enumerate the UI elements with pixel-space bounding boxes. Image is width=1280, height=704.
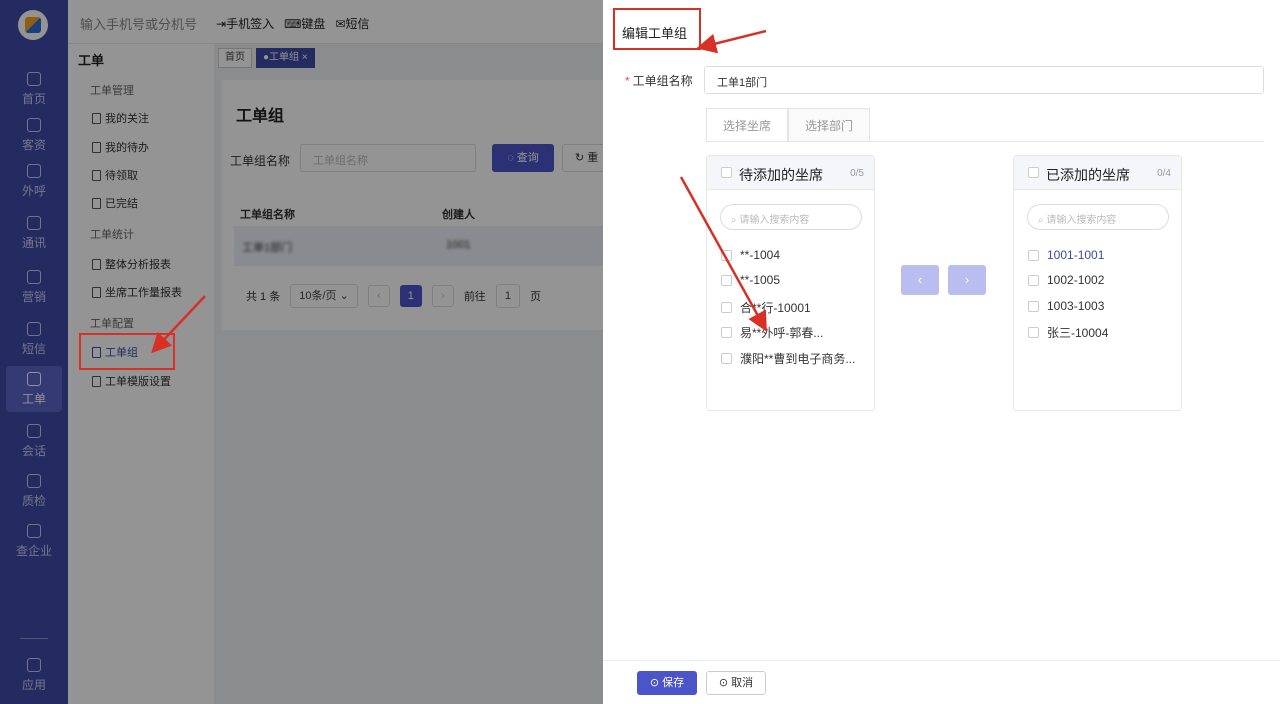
drawer-footer: ⊙ 保存 ⊙ 取消 (603, 660, 1280, 704)
item-checkbox[interactable] (721, 302, 732, 313)
group-name-label-text: 工单组名称 (632, 74, 693, 88)
search-input[interactable]: ⌕ 请输入搜索内容 (720, 204, 862, 230)
item-checkbox[interactable] (721, 353, 732, 364)
save-button[interactable]: ⊙ 保存 (637, 671, 697, 695)
panel-title: 待添加的坐席 (739, 167, 823, 183)
list-item[interactable]: 1002-1002 (1028, 273, 1104, 287)
annotation-highlight (79, 333, 175, 370)
panel-header: 已添加的坐席 0/4 (1014, 156, 1181, 190)
panel-count: 0/4 (1157, 168, 1171, 179)
item-label: 1003-1003 (1047, 299, 1105, 313)
tab-divider (706, 141, 1263, 142)
item-label: 1001-1001 (1047, 248, 1105, 262)
item-checkbox[interactable] (1028, 249, 1039, 261)
tab-select-agents[interactable]: 选择坐席 (706, 108, 788, 142)
list-item[interactable]: **-1005 (721, 273, 780, 287)
item-label: 濮阳**曹到电子商务... (740, 352, 856, 366)
pending-agents-panel: 待添加的坐席 0/5 ⌕ 请输入搜索内容 **-1004 **-1005 合**… (706, 155, 875, 411)
item-checkbox[interactable] (1028, 274, 1039, 286)
added-agents-panel: 已添加的坐席 0/4 ⌕ 请输入搜索内容 1001-1001 1002-1002… (1013, 155, 1182, 411)
group-name-input[interactable]: 工单1部门 (704, 66, 1264, 94)
cancel-button[interactable]: ⊙ 取消 (706, 671, 766, 695)
item-label: **-1005 (740, 273, 781, 287)
select-all-checkbox[interactable] (721, 167, 732, 178)
search-placeholder: 请输入搜索内容 (1046, 215, 1117, 226)
item-label: 1002-1002 (1047, 273, 1105, 287)
list-item[interactable]: 合**行-10001 (721, 299, 811, 316)
item-label: 合**行-10001 (740, 301, 811, 315)
panel-header: 待添加的坐席 0/5 (707, 156, 874, 190)
save-label: 保存 (662, 677, 685, 689)
group-name-label: * 工单组名称 (625, 72, 693, 89)
list-item[interactable]: **-1004 (721, 248, 780, 262)
tab-select-departments[interactable]: 选择部门 (788, 108, 870, 142)
select-all-checkbox[interactable] (1028, 167, 1039, 178)
panel-count: 0/5 (850, 168, 864, 179)
item-checkbox[interactable] (1028, 300, 1039, 312)
item-checkbox[interactable] (721, 249, 732, 261)
move-left-button[interactable]: ‹ (901, 265, 939, 295)
move-right-button[interactable]: › (948, 265, 986, 295)
list-item[interactable]: 濮阳**曹到电子商务... (721, 350, 855, 367)
drawer-title: 编辑工单组 (613, 8, 701, 50)
panel-title: 已添加的坐席 (1046, 167, 1130, 183)
selection-tabs: 选择坐席 选择部门 (706, 108, 870, 142)
item-label: **-1004 (740, 248, 781, 262)
list-item[interactable]: 1003-1003 (1028, 299, 1104, 313)
item-checkbox[interactable] (721, 274, 732, 286)
required-mark: * (625, 74, 630, 88)
item-label: 易**外呼-郭春... (740, 326, 824, 340)
edit-ticket-group-drawer: 编辑工单组 * 工单组名称 工单1部门 选择坐席 选择部门 待添加的坐席 0/5 … (603, 0, 1280, 704)
search-input[interactable]: ⌕ 请输入搜索内容 (1027, 204, 1169, 230)
cancel-label: 取消 (731, 677, 754, 689)
list-item[interactable]: 张三-10004 (1028, 324, 1108, 341)
search-placeholder: 请输入搜索内容 (739, 215, 810, 226)
list-item[interactable]: 1001-1001 (1028, 248, 1104, 262)
item-checkbox[interactable] (721, 327, 732, 338)
item-checkbox[interactable] (1028, 327, 1039, 338)
list-item[interactable]: 易**外呼-郭春... (721, 324, 823, 341)
item-label: 张三-10004 (1047, 326, 1109, 340)
